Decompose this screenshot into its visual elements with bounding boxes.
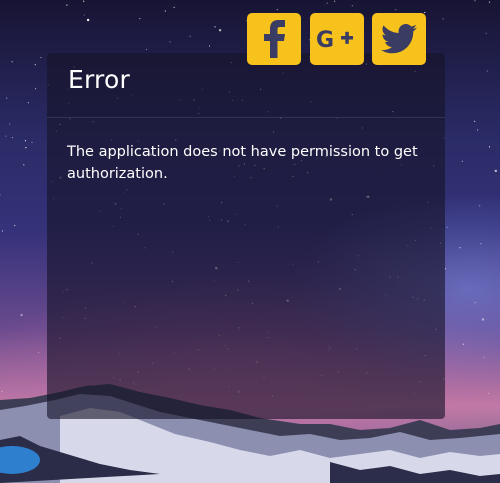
error-message: The application does not have permission… xyxy=(67,144,418,182)
error-title: Error xyxy=(68,65,130,94)
error-card: Error The application does not have perm… xyxy=(47,53,445,419)
google-plus-icon: G xyxy=(316,28,353,53)
google-plus-button[interactable]: G xyxy=(310,13,364,65)
svg-text:G: G xyxy=(316,28,334,53)
twitter-icon xyxy=(381,24,417,54)
facebook-button[interactable] xyxy=(247,13,301,65)
divider xyxy=(47,117,445,118)
twitter-button[interactable] xyxy=(372,13,426,65)
facebook-icon xyxy=(264,20,285,58)
